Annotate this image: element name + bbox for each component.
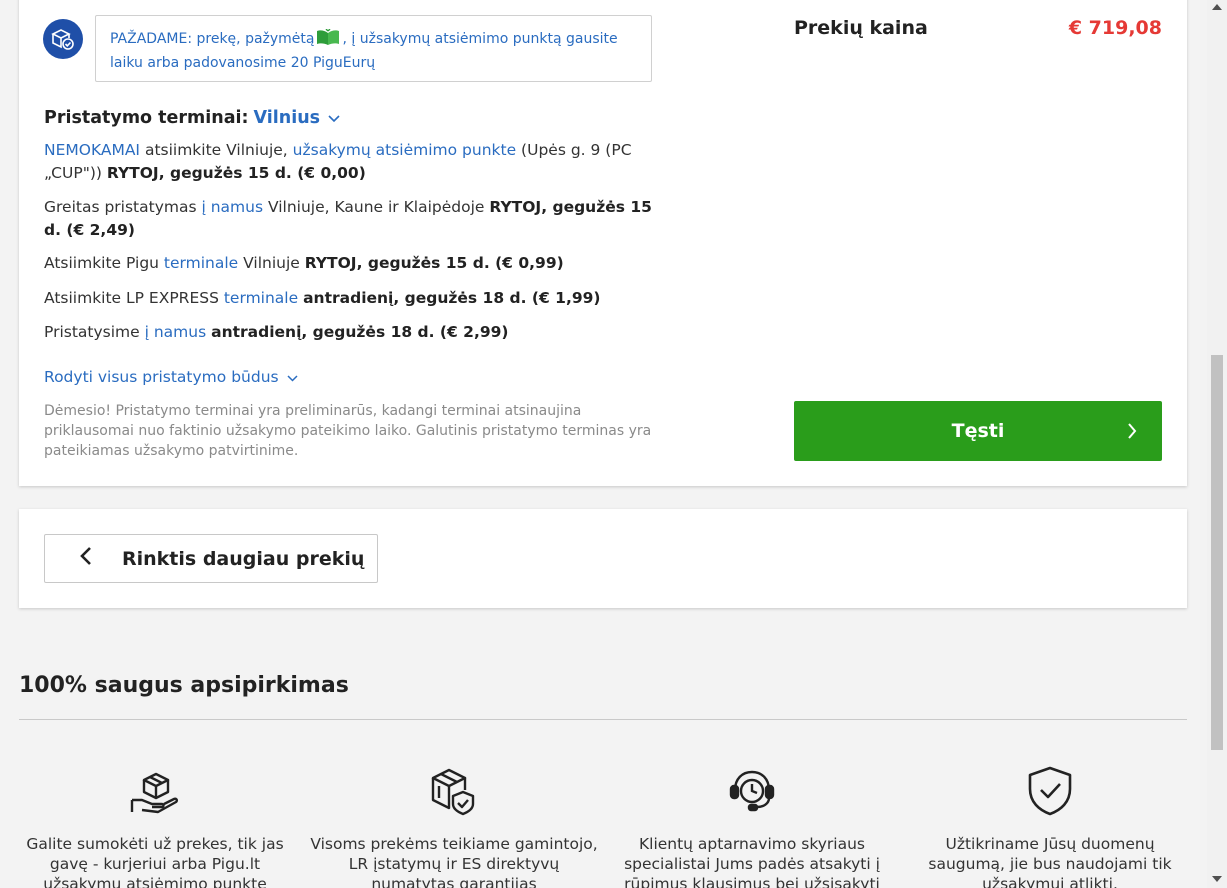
safe-shopping-title: 100% saugus apsipirkimas bbox=[19, 673, 349, 698]
pickup-point-link[interactable]: užsakymų atsiėmimo punkte bbox=[293, 141, 516, 159]
delivery-option-home: Pristatysime į namus antradienį, gegužės… bbox=[44, 321, 664, 344]
feature-warranty: Visoms prekėms teikiame gamintojo, LR įs… bbox=[309, 764, 599, 888]
chevron-right-icon[interactable] bbox=[1127, 422, 1137, 445]
delivery-option-lp-express: Atsiimkite LP EXPRESS terminale antradie… bbox=[44, 287, 664, 310]
box-check-icon bbox=[43, 19, 83, 59]
scroll-up-arrow-icon[interactable] bbox=[1212, 4, 1222, 10]
city-name[interactable]: Vilnius bbox=[254, 108, 321, 128]
show-all-label[interactable]: Rodyti visus pristatymo būdus bbox=[44, 368, 279, 386]
option-text: Vilniuje bbox=[238, 254, 305, 272]
feature-text: Klientų aptarnavimo skyriaus specialista… bbox=[624, 835, 880, 888]
chevron-down-icon[interactable] bbox=[287, 368, 298, 386]
option-date: RYTOJ, gegužės 15 d. (€ 0,00) bbox=[106, 163, 366, 182]
delivery-option-express-home: Greitas pristatymas į namus Vilniuje, Ka… bbox=[44, 196, 664, 241]
price-value: € 719,08 bbox=[1068, 17, 1162, 39]
headset-clock-icon bbox=[607, 764, 897, 818]
terminal-link[interactable]: terminale bbox=[164, 254, 238, 272]
continue-shopping-card: Rinktis daugiau prekių bbox=[19, 509, 1187, 608]
option-text: atsiimkite Vilniuje, bbox=[140, 141, 293, 159]
city-selector[interactable]: Vilnius bbox=[254, 108, 341, 128]
continue-shopping-label[interactable]: Rinktis daugiau prekių bbox=[122, 548, 364, 570]
chevron-left-icon[interactable] bbox=[80, 546, 92, 571]
continue-shopping-button[interactable]: Rinktis daugiau prekių bbox=[44, 534, 378, 583]
show-all-delivery-link[interactable]: Rodyti visus pristatymo būdus bbox=[44, 368, 298, 386]
green-book-icon bbox=[316, 28, 340, 53]
terminal-link[interactable]: terminale bbox=[224, 289, 298, 307]
home-delivery-link[interactable]: į namus bbox=[201, 198, 263, 216]
box-shield-icon bbox=[309, 764, 599, 818]
option-text: Pristatysime bbox=[44, 323, 145, 341]
home-delivery-link[interactable]: į namus bbox=[145, 323, 207, 341]
feature-pay-on-delivery: Galite sumokėti už prekes, tik jas gavę … bbox=[10, 764, 300, 888]
shield-check-icon bbox=[905, 764, 1195, 818]
option-date: RYTOJ, gegužės 15 d. (€ 0,99) bbox=[304, 254, 564, 272]
scroll-down-arrow-icon[interactable] bbox=[1212, 876, 1222, 882]
delivery-promise-banner: PAŽADAME: prekę, pažymėtą, į užsakymų at… bbox=[95, 15, 652, 82]
feature-text: Galite sumokėti už prekes, tik jas gavę … bbox=[26, 835, 284, 888]
chevron-down-icon[interactable] bbox=[328, 108, 340, 128]
scrollbar-thumb[interactable] bbox=[1211, 355, 1223, 750]
feature-data-security: Užtikriname Jūsų duomenų saugumą, jie bu… bbox=[905, 764, 1195, 888]
delivery-option-pickup-point: NEMOKAMAI atsiimkite Vilniuje, užsakymų … bbox=[44, 139, 664, 184]
delivery-terms-heading: Pristatymo terminai: Vilnius bbox=[44, 108, 340, 128]
feature-customer-support: Klientų aptarnavimo skyriaus specialista… bbox=[607, 764, 897, 888]
page-scrollbar[interactable] bbox=[1207, 0, 1227, 888]
delivery-terms-title: Pristatymo terminai: bbox=[44, 108, 249, 128]
continue-label[interactable]: Tęsti bbox=[952, 420, 1005, 442]
option-text: Vilniuje, Kaune ir Klaipėdoje bbox=[263, 198, 490, 216]
continue-button[interactable]: Tęsti bbox=[794, 401, 1162, 461]
option-text: Atsiimkite LP EXPRESS bbox=[44, 289, 224, 307]
price-label: Prekių kaina bbox=[794, 17, 928, 39]
option-date: antradienį, gegužės 18 d. (€ 2,99) bbox=[211, 323, 509, 341]
option-text: Atsiimkite Pigu bbox=[44, 254, 164, 272]
order-summary-card: PAŽADAME: prekę, pažymėtą, į užsakymų at… bbox=[19, 0, 1187, 486]
option-text: Greitas pristatymas bbox=[44, 198, 202, 216]
delivery-disclaimer: Dėmesio! Pristatymo terminai yra prelimi… bbox=[44, 403, 652, 459]
free-link[interactable]: NEMOKAMAI bbox=[44, 141, 140, 159]
feature-text: Užtikriname Jūsų duomenų saugumą, jie bu… bbox=[928, 835, 1172, 888]
delivery-option-pigu-terminal: Atsiimkite Pigu terminale Vilniuje RYTOJ… bbox=[44, 252, 664, 275]
feature-text: Visoms prekėms teikiame gamintojo, LR įs… bbox=[310, 835, 598, 888]
hand-box-icon bbox=[10, 764, 300, 818]
divider bbox=[19, 719, 1187, 720]
option-date: antradienį, gegužės 18 d. (€ 1,99) bbox=[303, 289, 601, 307]
promise-text-start: PAŽADAME: prekę, pažymėtą bbox=[110, 31, 315, 47]
